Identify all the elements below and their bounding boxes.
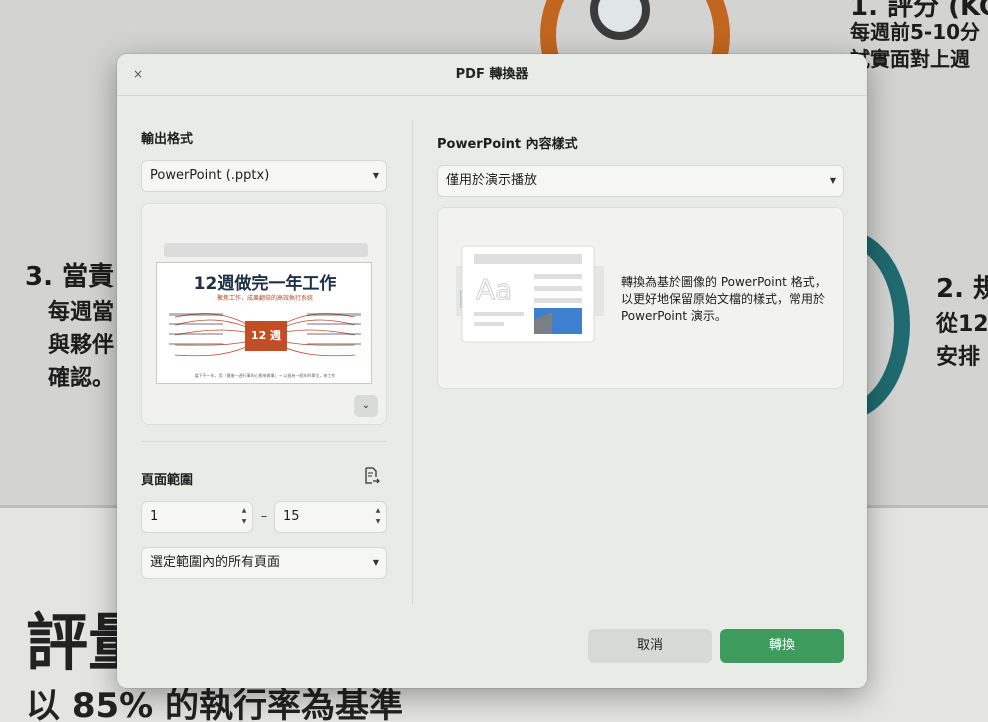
illustration-aa-text: Aa: [476, 273, 512, 306]
content-style-select[interactable]: 僅用於演示播放 ▼: [437, 165, 844, 197]
from-stepper-icon[interactable]: ▲ ▼: [240, 505, 248, 529]
page-range-separator: –: [260, 509, 268, 524]
output-format-select[interactable]: PowerPoint (.pptx) ▼: [141, 160, 387, 192]
dialog-titlebar: PDF 轉換器 ×: [117, 54, 867, 96]
output-format-label: 輸出格式: [141, 132, 194, 147]
page-subset-select[interactable]: 選定範圍內的所有頁面 ▼: [141, 547, 387, 579]
preview-slide-badge: 12 週: [245, 321, 287, 351]
content-style-description: 轉換為基於圖像的 PowerPoint 格式，以更好地保留原始文檔的樣式，常用於…: [621, 275, 827, 323]
close-button[interactable]: ×: [131, 66, 145, 82]
page-range-label: 頁面範圍: [141, 473, 194, 488]
preview-slide-footer: 當下不一年，用「最後一週行事的心態來做事」→ 以週為一個年的單位，來工作: [194, 373, 336, 378]
page-range-icon[interactable]: [361, 466, 381, 486]
preview-slide-thumbnail: 12週做完一年工作 聚焦工作，成果翻倍的高效執行系統 12 週 當下不一年，用「…: [156, 262, 372, 384]
page-range-to-value: 15: [283, 509, 300, 524]
page-range-from-value: 1: [150, 509, 159, 524]
column-divider: [412, 120, 413, 604]
cancel-button[interactable]: 取消: [588, 629, 712, 663]
expand-preview-button[interactable]: ⌄: [354, 395, 378, 417]
background-heading-3: 3. 當責: [25, 262, 115, 292]
image-based-slide-illustration: Aa: [456, 245, 604, 343]
background-text: 從12: [936, 312, 988, 337]
dropdown-arrow-icon: ▼: [372, 171, 379, 180]
preview-slide-title: 12週做完一年工作: [193, 274, 337, 294]
background-text: 與夥伴: [48, 333, 115, 358]
page-subset-value: 選定範圍內的所有頁面: [150, 555, 281, 570]
background-text: 安排: [936, 345, 981, 370]
convert-button[interactable]: 轉換: [720, 629, 844, 663]
content-style-label: PowerPoint 內容樣式: [437, 137, 578, 152]
background-text: 每週當: [48, 300, 115, 325]
pdf-converter-dialog: PDF 轉換器 × 輸出格式 PowerPoint (.pptx) ▼ 12週做…: [117, 54, 867, 688]
section-divider: [141, 441, 387, 442]
dialog-title: PDF 轉換器: [455, 67, 529, 82]
page-range-from-input[interactable]: 1 ▲ ▼: [141, 501, 253, 533]
content-style-info: Aa 轉換為基於圖像的 PowerPoint 格式，以更好地保留原始文檔的樣式，…: [437, 207, 844, 389]
preview-slide-subtitle: 聚焦工作，成果翻倍的高效執行系統: [216, 295, 313, 302]
dropdown-arrow-icon: ▼: [372, 558, 379, 567]
content-style-value: 僅用於演示播放: [446, 173, 538, 188]
page-range-to-input[interactable]: 15 ▲ ▼: [274, 501, 387, 533]
background-text: 每週前5-10分: [850, 20, 981, 44]
to-stepper-icon[interactable]: ▲ ▼: [374, 505, 382, 529]
output-format-value: PowerPoint (.pptx): [150, 168, 270, 183]
background-heading-2: 2. 規: [936, 274, 988, 304]
background-text: 試實面對上週: [850, 47, 970, 71]
preview-page-stack: [164, 243, 368, 257]
background-text: 確認。: [48, 366, 115, 391]
slide-preview: 12週做完一年工作 聚焦工作，成果翻倍的高效執行系統 12 週 當下不一年，用「…: [141, 203, 387, 425]
dropdown-arrow-icon: ▼: [829, 176, 836, 185]
